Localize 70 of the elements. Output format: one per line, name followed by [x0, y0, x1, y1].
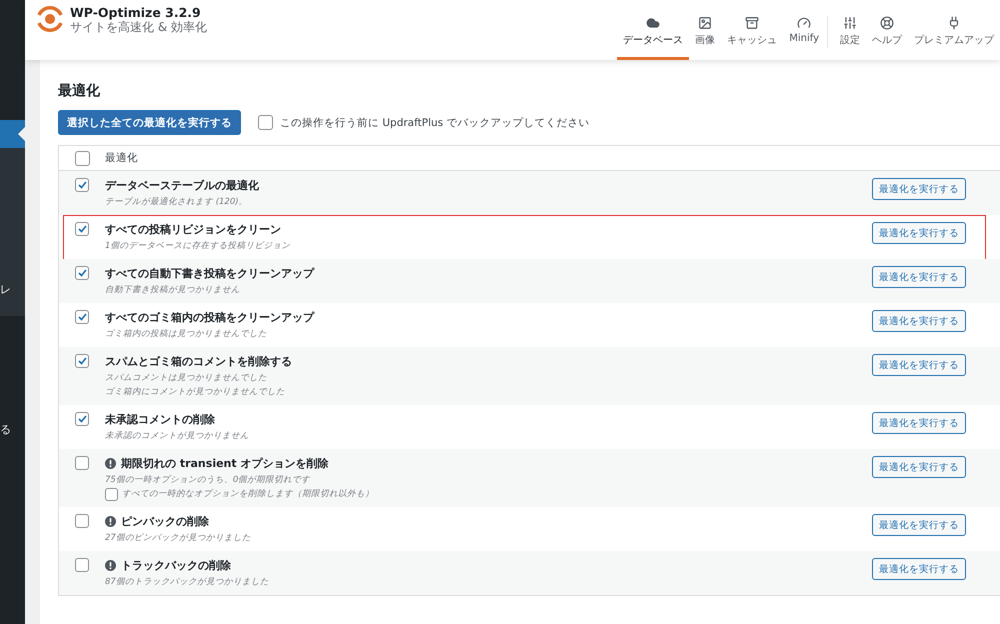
- nav-tab[interactable]: プレミアムアップ: [908, 16, 1000, 60]
- optimization-title: ピンバックの削除: [121, 514, 209, 529]
- sliders-icon: [843, 16, 857, 30]
- run-optimization-button[interactable]: 最適化を実行する: [872, 412, 966, 434]
- select-all-checkbox[interactable]: [74, 150, 90, 166]
- option-checkbox[interactable]: [105, 488, 118, 501]
- section-title: 最適化: [58, 82, 101, 100]
- row-checkbox[interactable]: [75, 310, 89, 324]
- row-checkbox[interactable]: [75, 266, 89, 280]
- run-optimization-button[interactable]: 最適化を実行する: [872, 310, 966, 332]
- row-checkbox[interactable]: [75, 354, 89, 368]
- column-header: 最適化: [105, 151, 139, 165]
- optimization-title: 未承認コメントの削除: [105, 412, 215, 427]
- checkmark-icon: [78, 313, 86, 321]
- sidebar-item[interactable]: る: [0, 422, 25, 438]
- optimization-title: トラックバックの削除: [121, 558, 231, 573]
- row-checkbox[interactable]: [75, 558, 89, 572]
- nav-tab[interactable]: 画像: [689, 16, 722, 60]
- sidebar-item[interactable]: [0, 120, 25, 148]
- optimization-note: スパムコメントは見つかりませんでした: [105, 372, 268, 385]
- checkmark-icon: [78, 357, 86, 365]
- optimization-note: ゴミ箱内の投稿は見つかりませんでした: [105, 328, 268, 341]
- nav-tab[interactable]: キャッシュ: [721, 16, 784, 60]
- optimization-note: ゴミ箱内にコメントが見つかりませんでした: [105, 386, 286, 399]
- optimization-title: すべての自動下書き投稿をクリーンアップ: [105, 266, 314, 281]
- optimization-title: データベーステーブルの最適化: [105, 178, 259, 193]
- lifebuoy-icon: [880, 16, 894, 30]
- checkmark-icon: [78, 181, 86, 189]
- optimization-note: 自動下書き投稿が見つかりません: [105, 284, 241, 297]
- sidebar-item[interactable]: レ: [0, 282, 25, 298]
- nav-tab[interactable]: 設定: [834, 16, 866, 60]
- option-label: すべての一時的なオプションを削除します（期限切れ以外も）: [122, 488, 374, 501]
- nav-tab[interactable]: ヘルプ: [866, 16, 908, 60]
- run-optimization-button[interactable]: 最適化を実行する: [872, 266, 966, 288]
- optimization-title: すべてのゴミ箱内の投稿をクリーンアップ: [105, 310, 314, 325]
- run-optimization-button[interactable]: 最適化を実行する: [872, 178, 966, 200]
- optimization-note: 未承認のコメントが見つかりません: [105, 430, 250, 443]
- row-checkbox[interactable]: [75, 412, 89, 426]
- run-optimization-button[interactable]: 最適化を実行する: [872, 558, 966, 580]
- backup-checkbox[interactable]: [258, 115, 273, 130]
- optimization-note: 87個のトラックバックが見つかりました: [105, 576, 270, 589]
- optimization-title: 期限切れの transient オプションを削除: [121, 456, 328, 471]
- image-icon: [698, 16, 712, 30]
- cloud-icon: [646, 16, 660, 30]
- optimization-note: テーブルが最適化されます (120)。: [105, 196, 249, 209]
- checkmark-icon: [78, 415, 86, 423]
- row-checkbox[interactable]: [75, 222, 89, 236]
- plug-icon: [947, 16, 961, 30]
- optimization-note: 27個のピンバックが見つかりました: [105, 532, 252, 545]
- run-optimization-button[interactable]: 最適化を実行する: [872, 514, 966, 536]
- optimization-note: 75個の一時オプションのうち、0個が期限切れです: [105, 474, 312, 487]
- optimization-title: スパムとゴミ箱のコメントを削除する: [105, 354, 292, 369]
- row-checkbox[interactable]: [75, 514, 89, 528]
- gauge-icon: [797, 16, 812, 30]
- checkmark-icon: [78, 269, 86, 277]
- run-optimization-button[interactable]: 最適化を実行する: [872, 354, 966, 376]
- app-title: WP-Optimize 3.2.9: [70, 4, 202, 20]
- logo-icon: [36, 5, 64, 33]
- app-subtitle: サイトを高速化 & 効率化: [70, 20, 207, 34]
- optimization-note: 1個のデータベースに存在する投稿リビジョン: [105, 240, 292, 253]
- run-optimization-button[interactable]: 最適化を実行する: [872, 456, 966, 478]
- backup-label: この操作を行う前に UpdraftPlus でバックアップしてください: [280, 116, 590, 130]
- run-all-button[interactable]: 選択した全ての最適化を実行する: [58, 110, 241, 135]
- archive-icon: [745, 16, 760, 30]
- optimization-title: すべての投稿リビジョンをクリーン: [105, 222, 281, 237]
- row-checkbox[interactable]: [75, 178, 89, 192]
- row-checkbox[interactable]: [75, 456, 89, 470]
- run-optimization-button[interactable]: 最適化を実行する: [872, 222, 966, 244]
- checkmark-icon: [78, 225, 86, 233]
- nav-tab[interactable]: Minify: [783, 16, 825, 60]
